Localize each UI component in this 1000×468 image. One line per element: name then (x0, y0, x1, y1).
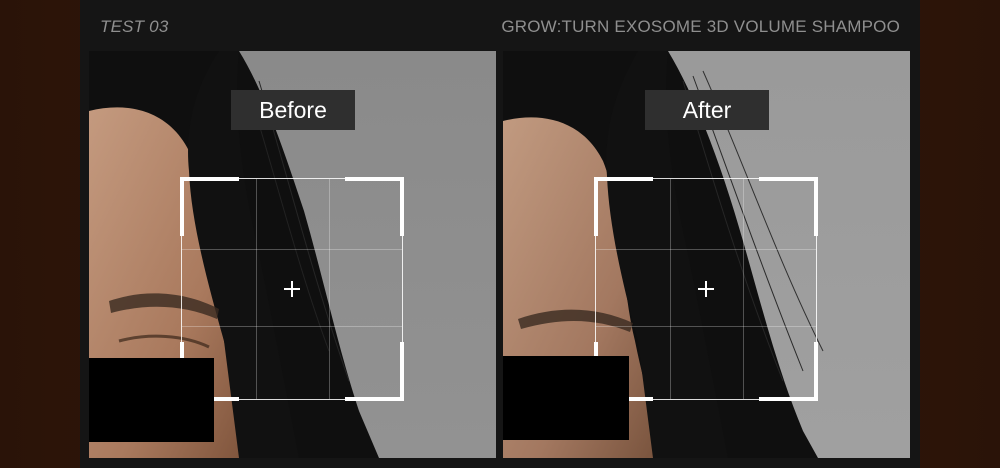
after-photo: After (503, 51, 910, 458)
test-label: TEST 03 (100, 17, 169, 36)
page: TEST 03 GROW:TURN EXOSOME 3D VOLUME SHAM… (0, 0, 1000, 468)
corner-bracket (759, 177, 818, 236)
before-label: Before (231, 90, 355, 130)
corner-bracket (594, 177, 653, 236)
crosshair-icon (698, 281, 714, 297)
grid-line (182, 249, 402, 250)
before-photo: Before (89, 51, 496, 458)
grid-line (596, 249, 816, 250)
grid-line (670, 179, 671, 399)
grid-line (329, 179, 330, 399)
corner-bracket (345, 177, 404, 236)
corner-bracket (345, 342, 404, 401)
grid-line (596, 326, 816, 327)
corner-bracket (180, 177, 239, 236)
grid-line (182, 326, 402, 327)
grid-line (743, 179, 744, 399)
grid-line (256, 179, 257, 399)
comparison-panel: TEST 03 GROW:TURN EXOSOME 3D VOLUME SHAM… (80, 0, 920, 468)
redaction-box (503, 356, 629, 440)
corner-bracket (759, 342, 818, 401)
redaction-box (89, 358, 214, 442)
product-name: GROW:TURN EXOSOME 3D VOLUME SHAMPOO (501, 17, 900, 36)
crosshair-icon (284, 281, 300, 297)
after-label: After (645, 90, 769, 130)
before-focus-box (180, 177, 404, 401)
